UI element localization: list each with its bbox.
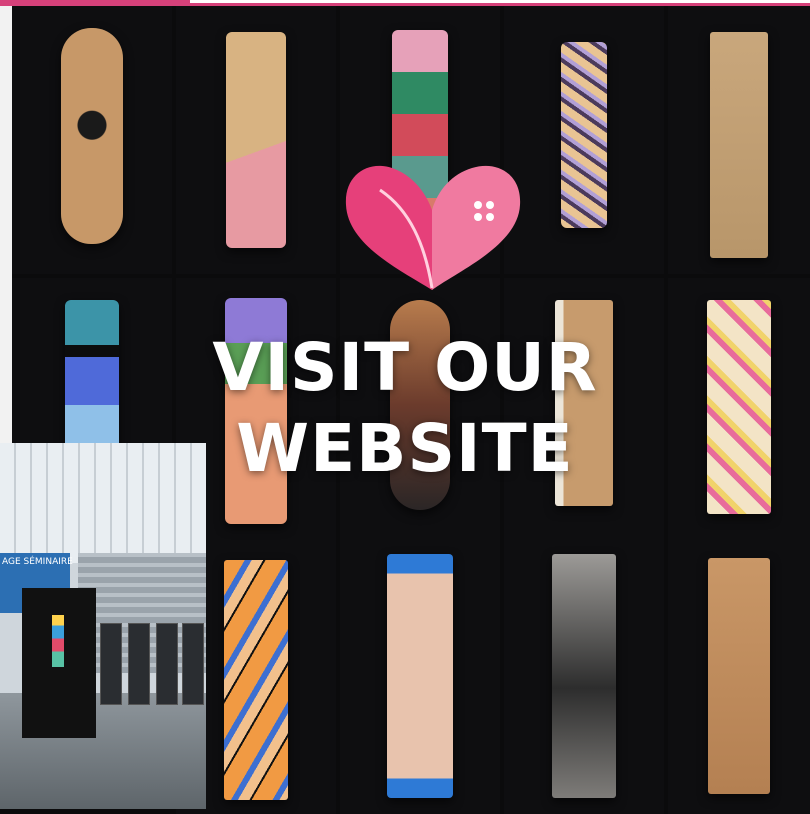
gallery-tile [668,278,810,546]
skateboard-deck [710,32,768,258]
hall-window [128,623,150,705]
gallery-tile [340,546,500,814]
gallery-tile [504,546,664,814]
display-panel-artwork [52,615,64,667]
hall-window [182,623,204,705]
cta-line-1[interactable]: VISIT OUR [0,332,810,404]
cta-line-2[interactable]: WEBSITE [0,413,810,485]
skateboard-deck [226,32,286,248]
gallery-tile [668,6,810,274]
top-accent-highlight [190,0,810,3]
gallery-tile [176,6,336,274]
hall-window [156,623,178,705]
gallery-tile [504,6,664,274]
skateboard-deck [387,554,453,798]
hall-window [100,623,122,705]
skateboard-deck [708,558,770,794]
skateboard-deck [552,554,616,798]
hall-sign-text: AGE SÉMINAIRE [2,557,73,567]
skateboard-deck [224,560,288,800]
skateboard-deck [61,28,123,244]
heart-logo-icon[interactable] [340,150,525,300]
skateboard-deck [561,42,607,228]
gallery-tile [668,546,810,814]
exhibition-hall-photo: AGE SÉMINAIRE [0,443,206,809]
gallery-tile [12,6,172,274]
